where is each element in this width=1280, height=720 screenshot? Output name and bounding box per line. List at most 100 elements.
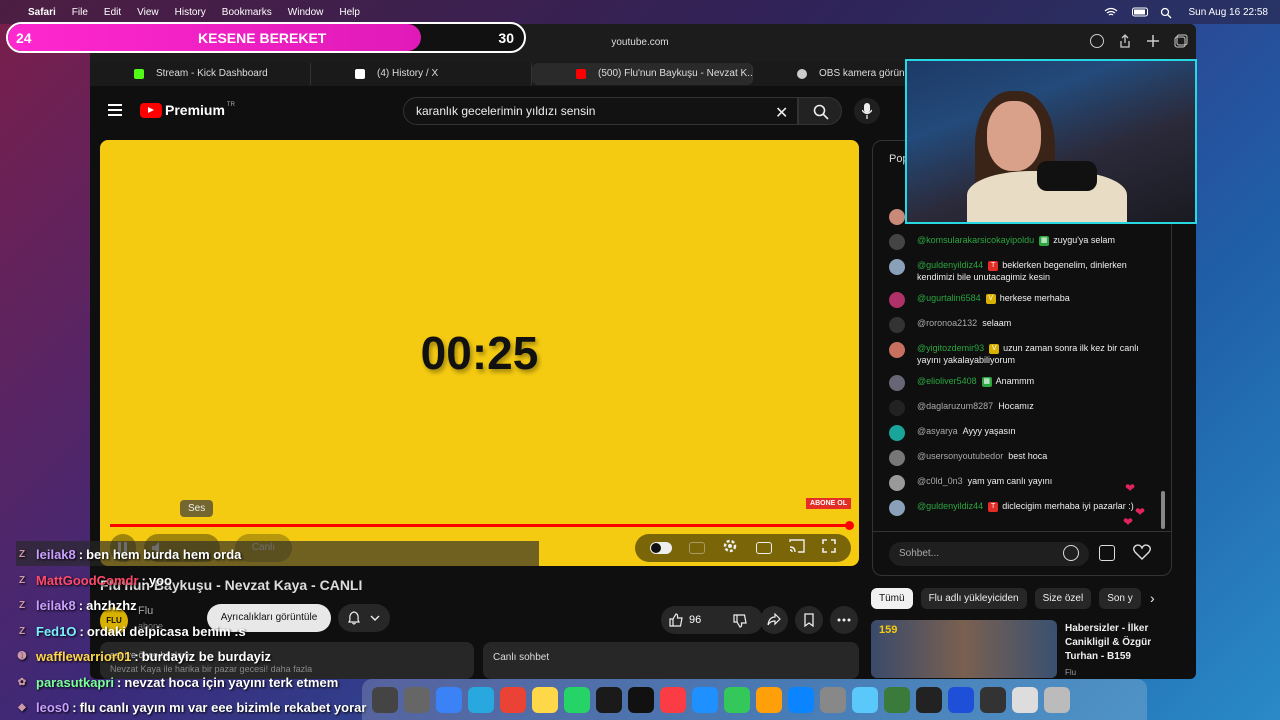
new-tab-icon[interactable] bbox=[1146, 34, 1160, 53]
fullscreen-icon[interactable] bbox=[822, 538, 837, 558]
chat-avatar[interactable] bbox=[889, 292, 905, 308]
tab-youtube[interactable]: (500) Flu'nun Baykuşu - Nevzat K... bbox=[532, 63, 753, 85]
documents-icon[interactable] bbox=[1012, 686, 1038, 713]
menu-datetime[interactable]: Sun Aug 16 22:58 bbox=[1188, 7, 1268, 18]
chip-recent[interactable]: Son y bbox=[1099, 588, 1141, 609]
chat-input[interactable]: Sohbet... bbox=[889, 542, 1089, 566]
chat-message[interactable]: @usersonyoutubedor best hoca bbox=[889, 450, 1149, 466]
chat-username[interactable]: @ugurtalin6584 bbox=[917, 293, 981, 303]
youtube-logo[interactable]: Premium TR bbox=[140, 102, 235, 118]
minecraft-icon[interactable] bbox=[884, 686, 910, 713]
miniplayer-icon[interactable] bbox=[755, 542, 772, 554]
chat-username[interactable]: @roronoa2132 bbox=[917, 318, 977, 328]
safari-icon[interactable] bbox=[436, 686, 462, 713]
chat-message[interactable]: @ugurtalin6584 Vherkese merhaba bbox=[889, 292, 1149, 308]
trash-icon[interactable] bbox=[1044, 686, 1070, 713]
menu-view[interactable]: View bbox=[137, 7, 159, 18]
chat-username[interactable]: @guldenyildiz44 bbox=[917, 501, 983, 511]
wifi-icon[interactable] bbox=[1104, 7, 1118, 17]
video-thumbnail[interactable] bbox=[871, 620, 1057, 678]
chip-for-you[interactable]: Size özel bbox=[1034, 588, 1092, 609]
chat-message[interactable]: @guldenyildiz44 Tdiclecigim merhaba iyi p… bbox=[889, 500, 1149, 516]
wd-icon[interactable] bbox=[948, 686, 974, 713]
super-chat-icon[interactable] bbox=[1099, 545, 1115, 561]
chat-avatar[interactable] bbox=[889, 375, 905, 391]
progress-bar[interactable] bbox=[110, 521, 854, 530]
chat-message[interactable]: @elioliver5408 ▦ Anammm bbox=[889, 375, 1149, 391]
menu-history[interactable]: History bbox=[175, 7, 206, 18]
recommended-title[interactable]: Habersizler - İlker Canikligil & Özgür T… bbox=[1065, 622, 1175, 664]
chat-avatar[interactable] bbox=[889, 425, 905, 441]
tab-overview-icon[interactable] bbox=[1174, 34, 1188, 53]
chat-message[interactable]: @komsularakarsicokayipoldu ▦ zuygu'ya sela… bbox=[889, 234, 1149, 250]
dislike-icon[interactable] bbox=[733, 614, 747, 628]
share-button[interactable] bbox=[760, 606, 788, 634]
chat-avatar[interactable] bbox=[889, 450, 905, 466]
whatsapp-icon[interactable] bbox=[564, 686, 590, 713]
search-button[interactable] bbox=[798, 97, 842, 125]
freeform-icon[interactable] bbox=[596, 686, 622, 713]
settings-icon[interactable] bbox=[722, 538, 738, 559]
menu-file[interactable]: File bbox=[72, 7, 88, 18]
chat-scrollbar[interactable] bbox=[1161, 491, 1165, 529]
chat-avatar[interactable] bbox=[889, 234, 905, 250]
chat-message[interactable]: @daglaruzum8287 Hocamız bbox=[889, 400, 1149, 416]
chip-all[interactable]: Tümü bbox=[871, 588, 913, 609]
chat-username[interactable]: @asyarya bbox=[917, 426, 958, 436]
pages-icon[interactable] bbox=[756, 686, 782, 713]
finder-icon[interactable] bbox=[372, 686, 398, 713]
downloads-icon[interactable] bbox=[1090, 34, 1104, 48]
video-player[interactable]: 00:25 Ses ABONE OL Canlı bbox=[100, 140, 859, 566]
telegram-icon[interactable] bbox=[468, 686, 494, 713]
battery-icon[interactable] bbox=[1132, 7, 1149, 17]
chat-avatar[interactable] bbox=[889, 317, 905, 333]
voice-search-button[interactable] bbox=[854, 98, 880, 124]
chip-from-uploader[interactable]: Flu adlı yükleyiciden bbox=[920, 588, 1027, 609]
menu-icon[interactable] bbox=[108, 104, 122, 116]
search-input[interactable]: karanlık gecelerimin yıldızı sensin bbox=[403, 97, 798, 125]
more-button[interactable] bbox=[830, 606, 858, 634]
music-icon[interactable] bbox=[660, 686, 686, 713]
tab-x-history[interactable]: (4) History / X bbox=[311, 63, 532, 85]
save-button[interactable] bbox=[795, 606, 823, 634]
menu-edit[interactable]: Edit bbox=[104, 7, 121, 18]
chat-message[interactable]: @yigitozdemir93 Vuzun zaman sonra ilk kez… bbox=[889, 342, 1149, 366]
chat-username[interactable]: @komsularakarsicokayipoldu bbox=[917, 235, 1034, 245]
chat-username[interactable]: @usersonyoutubedor bbox=[917, 451, 1003, 461]
apple-tv-icon[interactable] bbox=[628, 686, 654, 713]
launchpad-icon[interactable] bbox=[404, 686, 430, 713]
obs-icon[interactable] bbox=[980, 686, 1006, 713]
like-icon[interactable] bbox=[669, 613, 683, 627]
cast-icon[interactable] bbox=[789, 538, 805, 558]
chat-message[interactable]: @c0ld_0n3 yam yam canlı yayını bbox=[889, 475, 1149, 491]
epic-games-icon[interactable] bbox=[916, 686, 942, 713]
chat-message[interactable]: @asyarya Ayyy yaşasın bbox=[889, 425, 1149, 441]
chat-username[interactable]: @yigitozdemir93 bbox=[917, 343, 984, 353]
preview-icon[interactable] bbox=[852, 686, 878, 713]
chat-avatar[interactable] bbox=[889, 500, 905, 516]
numbers-icon[interactable] bbox=[724, 686, 750, 713]
tab-kick-dashboard[interactable]: Stream - Kick Dashboard bbox=[90, 63, 311, 85]
subtitles-icon[interactable] bbox=[688, 542, 705, 554]
chat-avatar[interactable] bbox=[889, 475, 905, 491]
recommended-channel[interactable]: Flu bbox=[1065, 668, 1076, 677]
menu-help[interactable]: Help bbox=[339, 7, 360, 18]
chat-message[interactable]: @roronoa2132 selaam bbox=[889, 317, 1149, 333]
progress-handle[interactable] bbox=[845, 521, 854, 530]
app-store-icon[interactable] bbox=[788, 686, 814, 713]
emoji-icon[interactable] bbox=[1063, 545, 1079, 561]
system-settings-icon[interactable] bbox=[820, 686, 846, 713]
share-icon[interactable] bbox=[1118, 34, 1132, 53]
chat-message[interactable]: @guldenyildiz44 Tbeklerken begenelim, din… bbox=[889, 259, 1149, 283]
heart-icon[interactable] bbox=[1133, 544, 1151, 565]
menu-window[interactable]: Window bbox=[288, 7, 324, 18]
chat-avatar[interactable] bbox=[889, 259, 905, 275]
chevron-right-icon[interactable]: › bbox=[1150, 590, 1155, 606]
chat-username[interactable]: @daglaruzum8287 bbox=[917, 401, 993, 411]
subscribe-watermark[interactable]: ABONE OL bbox=[806, 498, 851, 509]
menu-bookmarks[interactable]: Bookmarks bbox=[222, 7, 272, 18]
chat-avatar[interactable] bbox=[889, 400, 905, 416]
chat-avatar[interactable] bbox=[889, 209, 905, 225]
chat-avatar[interactable] bbox=[889, 342, 905, 358]
autoplay-toggle[interactable] bbox=[649, 542, 672, 554]
